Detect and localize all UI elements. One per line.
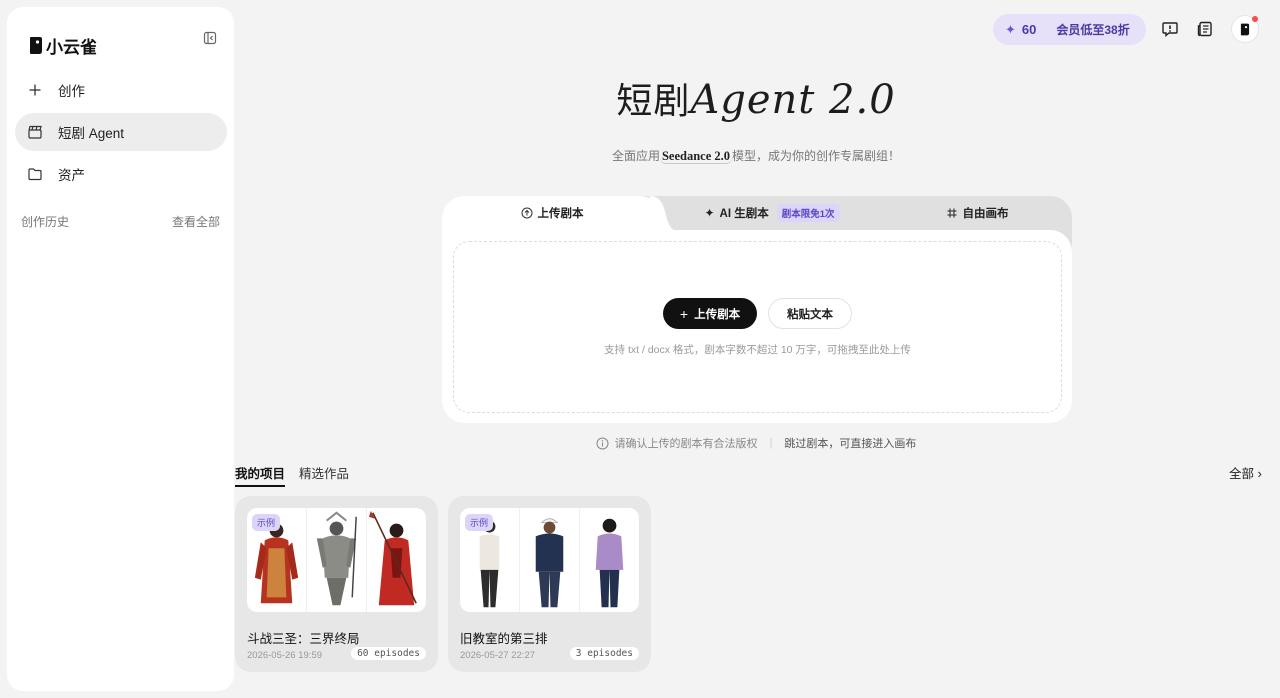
character-image <box>367 508 426 612</box>
avatar-logo-icon <box>1240 23 1250 35</box>
folder-icon <box>28 168 42 181</box>
chevron-right-icon: › <box>1257 466 1262 481</box>
vip-promo-label: 会员低至38折 <box>1056 23 1130 37</box>
all-label: 全部 <box>1229 467 1255 481</box>
info-icon <box>596 437 609 449</box>
hash-icon <box>947 208 956 218</box>
project-date: 2026-05-27 22:27 <box>460 650 536 661</box>
upload-hint: 支持 txt / docx 格式，剧本字数不超过 10 万字，可拖拽至此处上传 <box>604 344 911 356</box>
character-figure-icon <box>316 511 357 606</box>
view-all-history-link[interactable]: 查看全部 <box>172 213 220 230</box>
tab-featured-works[interactable]: 精选作品 <box>299 463 349 487</box>
user-avatar[interactable] <box>1232 16 1258 42</box>
tab-free-canvas[interactable]: 自由画布 <box>882 196 1072 230</box>
tab-label: 上传剧本 <box>537 208 584 220</box>
subtitle-post: 模型，成为你的创作专属剧组！ <box>732 149 901 163</box>
sparkle-icon: ✦ <box>704 206 715 220</box>
project-card[interactable]: 示例 旧教室的第三排 2026-05-27 22:27 3 episodes <box>448 496 651 672</box>
view-all-projects-link[interactable]: 全部 › <box>1229 463 1262 482</box>
project-title: 斗战三圣：三界终局 <box>247 632 360 646</box>
character-figure-icon <box>535 518 564 608</box>
character-image <box>520 508 580 612</box>
episode-count: 3 episodes <box>569 647 639 660</box>
project-tabs: 我的项目 精选作品 <box>235 463 349 487</box>
clapperboard-icon <box>28 125 42 139</box>
credits-pill[interactable]: ✦ 60 会员低至38折 <box>993 14 1146 45</box>
subtitle-brand: Seedance 2.0 <box>659 149 733 164</box>
character-image <box>580 508 639 612</box>
nav-item-label: 资产 <box>58 168 85 183</box>
character-image <box>307 508 367 612</box>
free-trial-badge: 剧本限免1次 <box>776 204 840 222</box>
copyright-notice: 请确认上传的剧本有合法版权 | 跳过剧本，可直接进入画布 <box>0 435 1280 451</box>
upload-script-button[interactable]: + 上传剧本 <box>663 298 757 329</box>
script-dropzone[interactable] <box>453 241 1062 413</box>
tab-upload-script[interactable]: 上传剧本 <box>442 196 662 230</box>
logo-text: 小云雀 <box>46 37 97 57</box>
subtitle-pre: 全面应用 <box>611 149 660 163</box>
character-figure-icon <box>368 510 417 606</box>
history-header: 创作历史 查看全部 <box>21 213 220 230</box>
tab-label: AI 生剧本 <box>719 208 769 220</box>
tab-label: 自由画布 <box>962 208 1009 220</box>
sparkle-icon: ✦ <box>1005 21 1016 37</box>
page-title: 短剧Agent 2.0 <box>0 72 1280 124</box>
upload-button-label: 上传剧本 <box>694 308 741 321</box>
app-logo[interactable]: 小云雀 <box>29 33 97 57</box>
history-label: 创作历史 <box>21 215 70 229</box>
tab-ai-generate-script[interactable]: ✦ AI 生剧本 剧本限免1次 <box>662 196 882 230</box>
tab-my-projects[interactable]: 我的项目 <box>235 463 286 487</box>
divider: | <box>769 437 773 449</box>
paste-text-button[interactable]: 粘贴文本 <box>768 298 852 329</box>
news-icon[interactable] <box>1196 20 1214 38</box>
notification-dot <box>1252 16 1258 22</box>
plus-icon: + <box>679 305 689 322</box>
project-title: 旧教室的第三排 <box>460 632 548 646</box>
project-card[interactable]: 示例 斗战三圣：三界终局 2026-05-26 19:59 60 episode… <box>235 496 438 672</box>
project-date: 2026-05-26 19:59 <box>247 650 323 661</box>
copyright-text: 请确认上传的剧本有合法版权 <box>614 438 758 450</box>
upload-circle-icon <box>521 207 532 219</box>
episode-count: 60 episodes <box>351 647 426 660</box>
sample-badge: 示例 <box>252 514 281 531</box>
sample-badge: 示例 <box>465 514 494 531</box>
nav-item-label: 短剧 Agent <box>58 126 125 141</box>
title-zh: 短剧 <box>616 81 691 122</box>
credit-count: 60 <box>1021 22 1037 37</box>
character-figure-icon <box>595 518 624 608</box>
feedback-icon[interactable] <box>1161 20 1179 38</box>
collapse-sidebar-icon[interactable] <box>202 30 218 46</box>
logo-icon <box>30 36 42 54</box>
skip-script-link[interactable]: 跳过剧本，可直接进入画布 <box>784 435 916 451</box>
title-en: Agent 2.0 <box>690 77 896 123</box>
page-subtitle: 全面应用 Seedance 2.0 模型，成为你的创作专属剧组！ <box>0 147 1280 164</box>
